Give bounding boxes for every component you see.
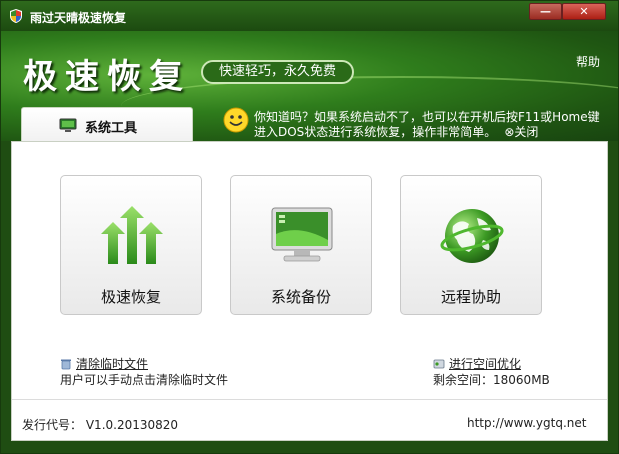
tab-system-tools[interactable]: 系统工具 xyxy=(21,107,193,141)
help-button[interactable]: 帮助 xyxy=(569,49,607,75)
monitor-icon xyxy=(59,118,77,132)
main-panel: 极速恢复 系统备份 远程协助 清除临时文件 用户可以手动点击清除临时文件 进行空… xyxy=(11,141,608,441)
clear-temp-files-link[interactable]: 清除临时文件 xyxy=(76,357,148,371)
fast-restore-label: 极速恢复 xyxy=(100,288,161,306)
system-backup-button[interactable]: 系统备份 xyxy=(230,175,372,315)
version-value: V1.0.20130820 xyxy=(85,418,179,432)
tip-text-line2-body: 进入DOS状态进行系统恢复，操作非常简单。 xyxy=(254,125,497,139)
remaining-space-label: 剩余空间： xyxy=(433,373,494,387)
globe-icon xyxy=(440,209,504,263)
trash-icon xyxy=(61,359,71,370)
slogan-badge: 快速轻巧，永久免费 xyxy=(201,60,355,84)
space-optimize-link[interactable]: 进行空间优化 xyxy=(449,357,521,371)
version-info: 发行代号： V1.0.20130820 xyxy=(22,416,178,433)
minimize-button[interactable]: — xyxy=(529,3,562,20)
website-link[interactable]: http://www.ygtq.net xyxy=(467,416,586,430)
window-title: 雨过天晴极速恢复 xyxy=(30,11,127,25)
header-banner: 极速恢复 快速轻巧，永久免费 帮助 系统工具 你知道吗？如果系统启动不了，也可以… xyxy=(1,31,618,141)
version-label: 发行代号： xyxy=(22,418,83,432)
disk-icon xyxy=(433,359,445,369)
monitor-icon xyxy=(271,207,333,262)
app-shield-icon xyxy=(10,9,22,23)
tip-text-line2: 进入DOS状态进行系统恢复，操作非常简单。 ⊗关闭 xyxy=(254,123,538,140)
fast-restore-button[interactable]: 极速恢复 xyxy=(60,175,202,315)
space-optimize-row: 进行空间优化 xyxy=(433,355,521,372)
clear-temp-row: 清除临时文件 xyxy=(60,355,148,372)
clear-temp-desc: 用户可以手动点击清除临时文件 xyxy=(60,373,229,387)
close-button[interactable]: ✕ xyxy=(562,3,606,20)
remaining-space-value: 18060MB xyxy=(493,373,550,387)
green-arrows-icon xyxy=(101,206,163,264)
smiley-icon xyxy=(223,107,249,133)
remote-assist-button[interactable]: 远程协助 xyxy=(400,175,542,315)
remaining-space: 剩余空间：18060MB xyxy=(433,371,550,388)
footer-divider xyxy=(12,399,607,400)
tab-label: 系统工具 xyxy=(85,121,138,136)
logo-title: 极速恢复 xyxy=(23,57,191,97)
title-bar: 雨过天晴极速恢复 — ✕ xyxy=(1,1,618,31)
remote-assist-label: 远程协助 xyxy=(440,288,501,306)
system-backup-label: 系统备份 xyxy=(270,288,331,306)
app-window: 雨过天晴极速恢复 — ✕ 极速恢复 快速轻巧，永久免费 帮助 系统工具 你知道吗… xyxy=(0,0,619,454)
tip-close-link[interactable]: ⊗关闭 xyxy=(504,125,538,139)
